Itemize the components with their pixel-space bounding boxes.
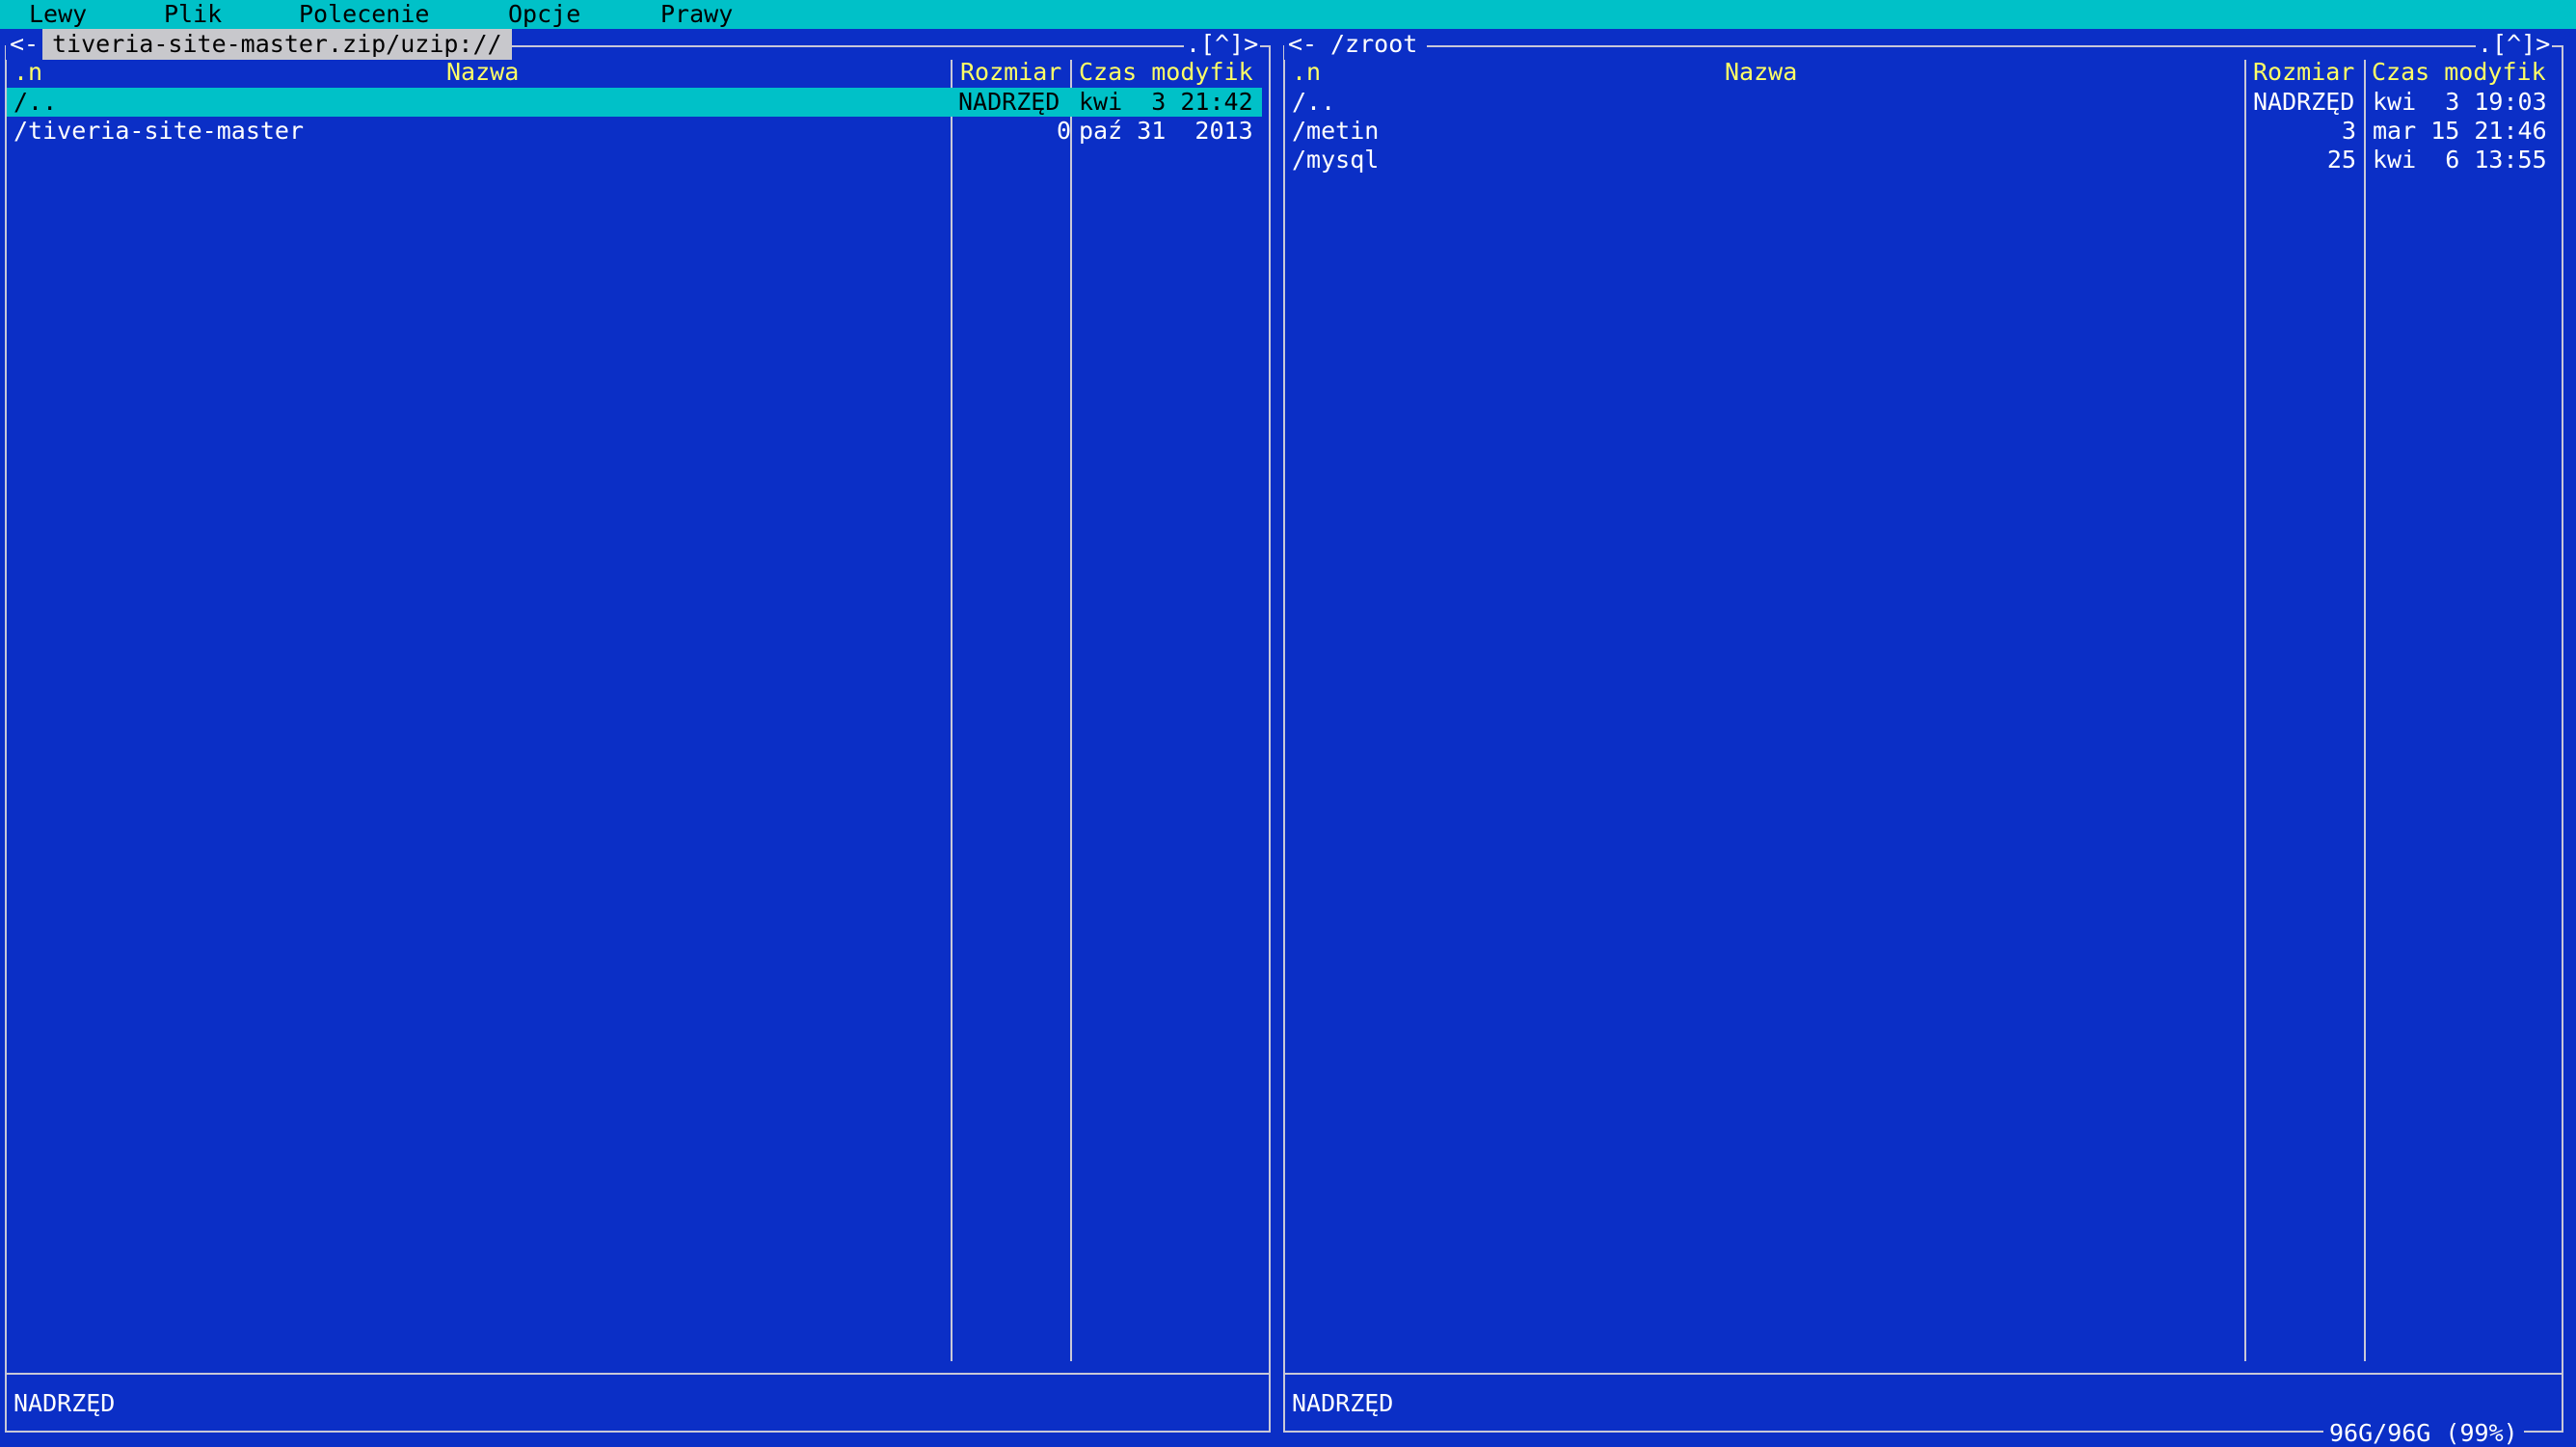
right-panel-history-button[interactable]: <- xyxy=(1284,29,1322,60)
left-panel-path[interactable]: tiveria-site-master.zip/uzip:// xyxy=(42,29,512,60)
left-column-divider-size xyxy=(1070,60,1072,1361)
file-mtime: kwi 3 19:03 xyxy=(2373,88,2547,116)
file-name: /metin xyxy=(1292,117,1380,145)
left-panel[interactable] xyxy=(5,45,1271,1433)
menu-command[interactable]: Polecenie xyxy=(299,1,429,28)
file-mtime: mar 15 21:46 xyxy=(2373,117,2547,145)
file-mtime: kwi 6 13:55 xyxy=(2373,146,2547,174)
right-column-divider-name xyxy=(2244,60,2246,1361)
left-panel-hotlist-button[interactable]: .[^]> xyxy=(1184,29,1261,60)
left-header-mtime[interactable]: Czas modyfik xyxy=(1079,58,1253,87)
file-size: NADRZĘD xyxy=(2253,88,2355,116)
left-header-name[interactable]: Nazwa xyxy=(446,58,519,87)
menu-bar: Lewy Plik Polecenie Opcje Prawy xyxy=(0,0,2576,29)
file-row[interactable]: /.. NADRZĘD kwi 3 19:03 xyxy=(1285,88,2560,117)
file-mtime: kwi 3 21:42 xyxy=(1079,88,1253,116)
disk-usage-info: 96G/96G (99%) xyxy=(2323,1421,2524,1446)
menu-options[interactable]: Opcje xyxy=(508,1,580,28)
menu-file[interactable]: Plik xyxy=(164,1,222,28)
left-header-size[interactable]: Rozmiar xyxy=(960,58,1061,87)
right-header-mtime[interactable]: Czas modyfik xyxy=(2372,58,2546,87)
right-status-divider xyxy=(1285,1373,2562,1375)
file-row[interactable]: /metin 3 mar 15 21:46 xyxy=(1285,117,2560,146)
right-panel[interactable] xyxy=(1283,45,2563,1433)
right-sort-indicator[interactable]: .n xyxy=(1292,58,1321,87)
file-name: /.. xyxy=(13,88,58,116)
right-panel-path[interactable]: /zroot xyxy=(1321,29,1428,60)
left-status-line: NADRZĘD xyxy=(13,1389,116,1417)
file-size: 3 xyxy=(2341,117,2356,145)
file-name: /mysql xyxy=(1292,146,1380,174)
right-panel-hotlist-button[interactable]: .[^]> xyxy=(2476,29,2553,60)
file-size: 25 xyxy=(2326,146,2356,174)
left-column-divider-name xyxy=(951,60,953,1361)
file-row[interactable]: /tiveria-site-master 0 paź 31 2013 xyxy=(7,117,1262,146)
right-header-size[interactable]: Rozmiar xyxy=(2253,58,2354,87)
menu-right[interactable]: Prawy xyxy=(660,1,733,28)
file-name: /.. xyxy=(1292,88,1336,116)
file-mtime: paź 31 2013 xyxy=(1079,117,1253,145)
file-size: 0 xyxy=(1056,117,1071,145)
file-row[interactable]: /mysql 25 kwi 6 13:55 xyxy=(1285,146,2560,174)
file-name: /tiveria-site-master xyxy=(13,117,305,145)
left-status-divider xyxy=(7,1373,1269,1375)
right-status-line: NADRZĘD xyxy=(1292,1389,1394,1417)
left-panel-history-button[interactable]: <- xyxy=(6,29,43,60)
right-column-divider-size xyxy=(2364,60,2366,1361)
left-sort-indicator[interactable]: .n xyxy=(13,58,42,87)
file-row[interactable]: /.. NADRZĘD kwi 3 21:42 xyxy=(7,88,1262,117)
file-size: NADRZĘD xyxy=(958,88,1060,116)
menu-left[interactable]: Lewy xyxy=(29,1,87,28)
right-header-name[interactable]: Nazwa xyxy=(1725,58,1797,87)
